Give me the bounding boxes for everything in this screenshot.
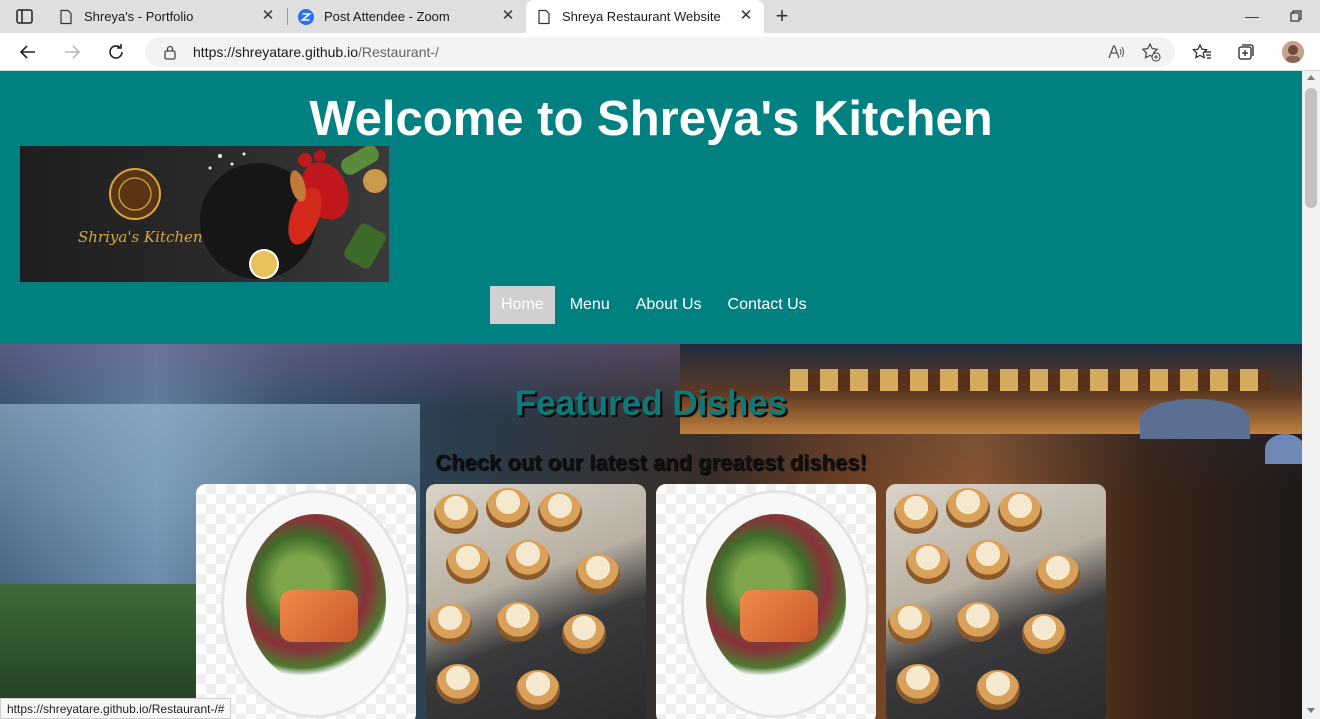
canape-image (434, 494, 478, 534)
canape-image (998, 492, 1042, 532)
canape-image (888, 604, 932, 644)
back-icon[interactable] (18, 42, 38, 62)
page-viewport: Welcome to Shreya's Kitchen Shriya's Kit… (0, 71, 1302, 719)
canape-image (562, 614, 606, 654)
canape-image (496, 602, 540, 642)
nav-home[interactable]: Home (490, 286, 555, 324)
dish-card-salmon-salad[interactable] (656, 484, 876, 719)
browser-toolbar: https://shreyatare.github.io/Restaurant-… (0, 33, 1320, 71)
profile-avatar[interactable] (1282, 41, 1304, 63)
salmon-image (280, 590, 358, 642)
featured-subtitle: Check out our latest and greatest dishes… (435, 450, 867, 475)
restore-button[interactable] (1286, 6, 1306, 26)
lock-icon[interactable] (163, 44, 177, 60)
nav-about-us[interactable]: About Us (625, 286, 713, 324)
dish-card-salmon-salad[interactable] (196, 484, 416, 719)
dish-card-canapes[interactable] (426, 484, 646, 719)
canape-image (446, 544, 490, 584)
close-icon[interactable]: ✕ (738, 8, 754, 24)
scroll-down-icon[interactable] (1307, 708, 1315, 713)
nav-contact-us[interactable]: Contact Us (717, 286, 818, 324)
collections-icon[interactable] (1236, 42, 1256, 62)
canape-image (1036, 554, 1080, 594)
tab-title: Shreya Restaurant Website (562, 9, 721, 24)
page-title: Welcome to Shreya's Kitchen (309, 92, 993, 146)
new-tab-button[interactable]: + (772, 5, 792, 27)
page-icon (60, 9, 72, 25)
dish-card-canapes[interactable] (886, 484, 1106, 719)
canape-image (906, 544, 950, 584)
canape-image (896, 664, 940, 704)
address-bar[interactable]: https://shreyatare.github.io/Restaurant-… (145, 37, 1175, 67)
canape-image (486, 488, 530, 528)
scroll-up-icon[interactable] (1307, 75, 1315, 80)
forward-icon[interactable] (62, 42, 82, 62)
tab-title: Post Attendee - Zoom (324, 9, 450, 24)
zoom-icon (298, 9, 314, 25)
close-icon[interactable]: ✕ (260, 8, 276, 24)
close-icon[interactable]: ✕ (500, 8, 516, 24)
scroll-thumb[interactable] (1305, 88, 1317, 208)
canape-image (966, 540, 1010, 580)
canape-image (894, 494, 938, 534)
tab-title: Shreya's - Portfolio (84, 9, 194, 24)
nav-menu[interactable]: Menu (559, 286, 621, 324)
tab-restaurant[interactable]: Shreya Restaurant Website ✕ (526, 0, 764, 33)
kitchen-banner-image (109, 146, 387, 279)
salmon-image (740, 590, 818, 642)
canape-image (576, 554, 620, 594)
minimize-button[interactable]: — (1242, 6, 1262, 26)
tab-zoom[interactable]: Post Attendee - Zoom ✕ (288, 0, 526, 33)
add-favorite-icon[interactable] (1141, 42, 1161, 62)
featured-title: Featured Dishes (514, 384, 788, 423)
canape-image (506, 540, 550, 580)
canape-image (436, 664, 480, 704)
status-link-preview: https://shreyatare.github.io/Restaurant-… (0, 698, 232, 719)
site-header: Welcome to Shreya's Kitchen Shriya's Kit… (0, 71, 1302, 344)
page-icon (538, 9, 550, 25)
tab-actions-icon[interactable] (16, 8, 33, 25)
canape-image (1022, 614, 1066, 654)
logo-banner: Shriya's Kitchen (20, 146, 389, 282)
page-scrollbar[interactable] (1302, 71, 1320, 719)
canape-image (516, 670, 560, 710)
canape-image (976, 670, 1020, 710)
featured-section: Featured Dishes Check out our latest and… (0, 344, 1302, 719)
refresh-icon[interactable] (106, 42, 126, 62)
canape-image (946, 488, 990, 528)
logo-text: Shriya's Kitchen (78, 228, 203, 246)
favorites-icon[interactable] (1192, 42, 1212, 62)
canape-image (428, 604, 472, 644)
url-text[interactable]: https://shreyatare.github.io/Restaurant-… (193, 44, 439, 60)
canape-image (538, 492, 582, 532)
main-nav: Home Menu About Us Contact Us (490, 286, 822, 324)
url-host: https://shreyatare.github.io (193, 44, 358, 60)
canape-image (956, 602, 1000, 642)
url-path: /Restaurant-/ (358, 44, 439, 60)
avatar-icon (1282, 41, 1304, 63)
browser-tab-strip: Shreya's - Portfolio ✕ Post Attendee - Z… (0, 0, 1320, 33)
read-aloud-icon[interactable] (1107, 43, 1125, 61)
tab-portfolio[interactable]: Shreya's - Portfolio ✕ (48, 0, 286, 33)
